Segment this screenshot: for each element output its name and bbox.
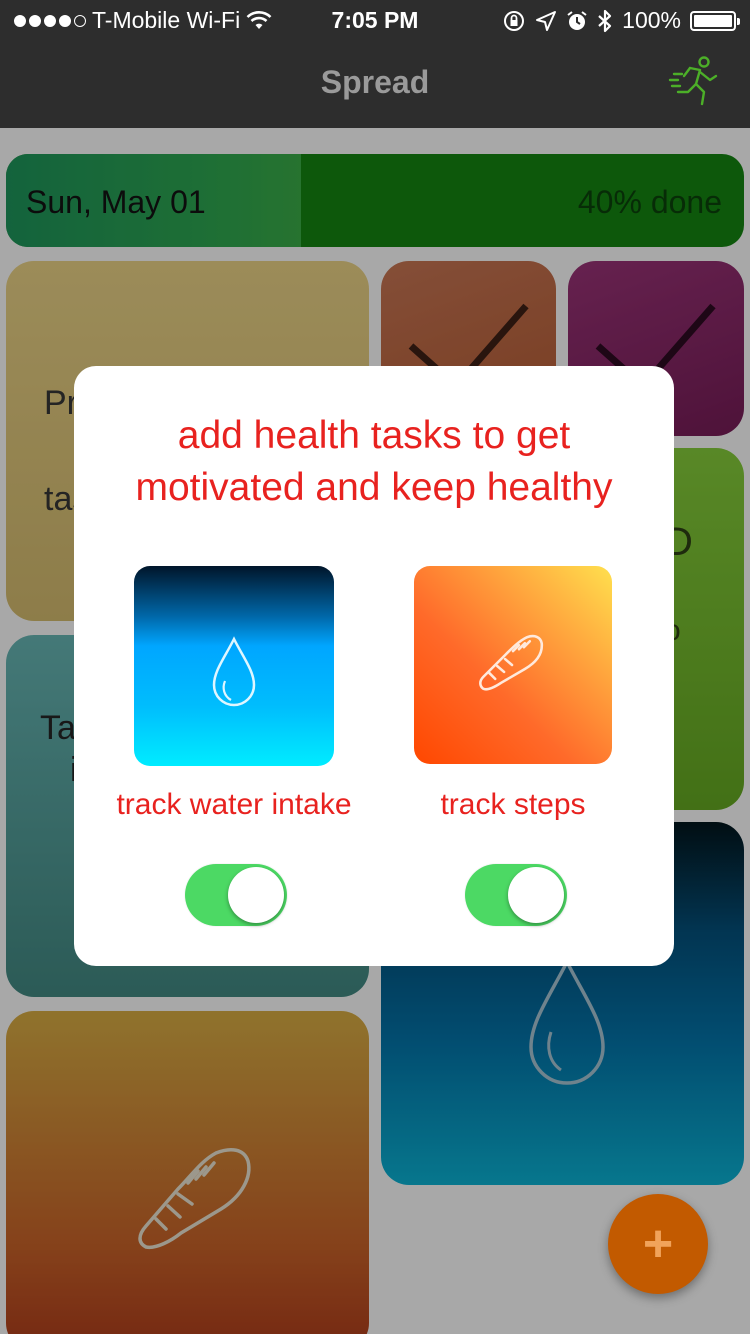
water-intake-label: track water intake bbox=[116, 788, 352, 821]
status-bar: T-Mobile Wi-Fi 7:05 PM 100% bbox=[0, 0, 750, 40]
rotation-lock-icon bbox=[504, 10, 525, 31]
water-intake-card[interactable] bbox=[134, 566, 334, 766]
dialog-title: add health tasks to get motivated and ke… bbox=[135, 414, 613, 509]
nav-bar: Spread bbox=[0, 40, 750, 128]
toggle-knob bbox=[228, 867, 284, 923]
battery-icon bbox=[690, 10, 740, 31]
steps-toggle[interactable] bbox=[465, 864, 567, 926]
water-drop-icon bbox=[212, 636, 256, 707]
alarm-icon bbox=[567, 10, 587, 30]
steps-label: track steps bbox=[440, 788, 586, 821]
page-title: Spread bbox=[320, 64, 430, 100]
toggle-knob bbox=[508, 867, 564, 923]
location-icon bbox=[536, 10, 557, 31]
status-right: 100% bbox=[502, 7, 740, 34]
plus-icon: + bbox=[642, 1215, 674, 1273]
battery-label: 100% bbox=[622, 7, 681, 33]
runner-icon[interactable] bbox=[666, 54, 722, 110]
add-task-button[interactable]: + bbox=[608, 1194, 708, 1294]
shoe-icon bbox=[479, 634, 544, 691]
bluetooth-icon bbox=[598, 9, 612, 32]
steps-card[interactable] bbox=[414, 566, 612, 764]
water-intake-toggle[interactable] bbox=[185, 864, 287, 926]
health-tasks-dialog: add health tasks to get motivated and ke… bbox=[74, 366, 674, 966]
